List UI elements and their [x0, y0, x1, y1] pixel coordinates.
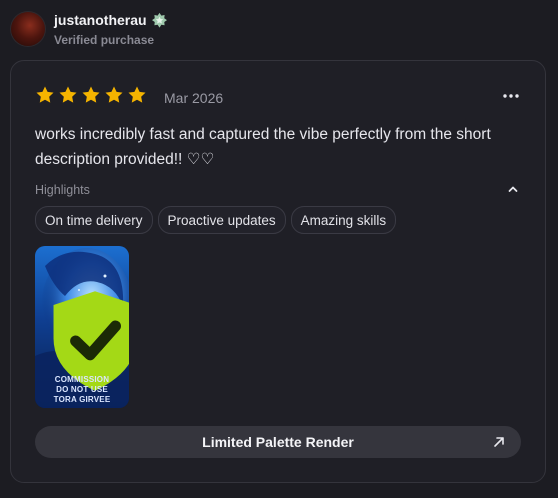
star-icon: [128, 86, 146, 103]
highlight-chip: Proactive updates: [157, 206, 286, 234]
product-name: Limited Palette Render: [202, 434, 354, 450]
more-horizontal-icon: [503, 94, 519, 98]
username-line: justanotherau: [54, 12, 168, 29]
reviewer-info: justanotherau Verified purchase: [54, 12, 168, 47]
highlights-list: On time delivery Proactive updates Amazi…: [35, 206, 401, 234]
avatar[interactable]: [10, 11, 46, 47]
review-image-thumbnail[interactable]: COMMISSION DO NOT USE TORA GIRVEE: [35, 246, 129, 408]
arrow-up-right-icon: [494, 437, 504, 447]
star-icon: [36, 86, 54, 103]
product-link-button[interactable]: Limited Palette Render: [35, 426, 521, 458]
highlights-label: Highlights: [35, 183, 90, 197]
reviewer-header: justanotherau Verified purchase: [10, 11, 168, 47]
star-icon: [105, 86, 123, 103]
watermark-line: TORA GIRVEE: [53, 395, 111, 404]
level-badge-icon: [151, 12, 167, 28]
star-icon: [59, 86, 77, 103]
chevron-up-icon[interactable]: [507, 183, 519, 195]
star-icon: [82, 86, 100, 103]
more-options-button[interactable]: [499, 87, 523, 105]
review-date: Mar 2026: [164, 90, 224, 106]
verified-purchase-label: Verified purchase: [54, 32, 155, 47]
review-text: works incredibly fast and captured the v…: [35, 126, 491, 168]
highlight-chip: On time delivery: [35, 206, 153, 234]
watermark-line: DO NOT USE: [56, 385, 108, 394]
review-card: Mar 2026 works incredibly fast and captu…: [10, 60, 546, 483]
star-rating: [35, 85, 150, 105]
highlight-chip: Amazing skills: [290, 206, 397, 234]
watermark-line: COMMISSION: [54, 375, 110, 384]
username[interactable]: justanotherau: [54, 12, 147, 28]
